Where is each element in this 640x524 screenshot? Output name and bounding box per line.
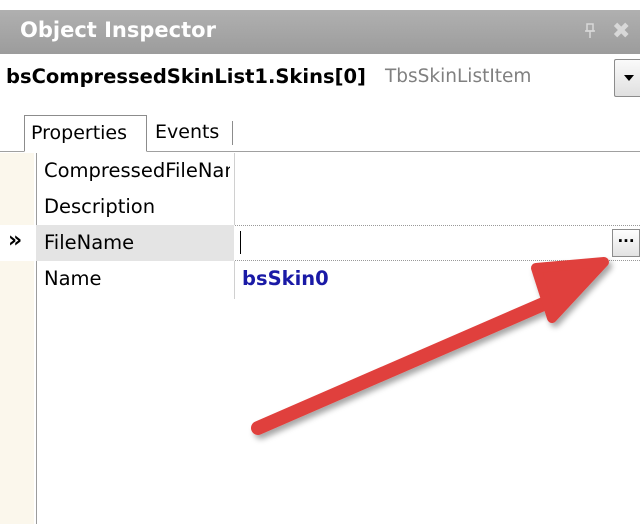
panel-title: Object Inspector — [20, 18, 216, 42]
text-caret — [240, 231, 241, 254]
property-grid: CompressedFileName Description » FileNam… — [0, 153, 640, 524]
object-dropdown-button[interactable] — [614, 59, 640, 97]
property-row-selected[interactable]: » FileName ··· — [0, 225, 640, 261]
tab-events[interactable]: Events — [149, 115, 233, 151]
selected-object-type: TbsSkinListItem — [385, 66, 532, 87]
inspector-tabs: Properties Events — [0, 101, 640, 153]
chevron-down-icon — [624, 75, 634, 81]
property-name: Description — [44, 195, 156, 218]
property-name: Name — [44, 267, 102, 290]
current-row-marker: » — [8, 228, 23, 253]
title-bar: Object Inspector ✖ — [0, 10, 640, 54]
tab-properties[interactable]: Properties — [24, 115, 147, 152]
property-row[interactable]: CompressedFileName — [0, 153, 640, 189]
filename-value-input[interactable] — [235, 225, 640, 261]
ellipsis-button[interactable]: ··· — [612, 229, 640, 257]
pin-icon[interactable] — [584, 23, 596, 43]
close-icon[interactable]: ✖ — [612, 19, 630, 44]
property-value[interactable]: bsSkin0 — [242, 267, 329, 290]
property-row[interactable]: Description — [0, 189, 640, 225]
object-selector[interactable]: bsCompressedSkinList1.Skins[0] TbsSkinLi… — [0, 55, 640, 101]
property-name: CompressedFileName — [44, 159, 230, 182]
selected-object-name: bsCompressedSkinList1.Skins[0] — [6, 65, 366, 88]
property-name: FileName — [44, 231, 135, 254]
property-row[interactable]: Name bsSkin0 — [0, 261, 640, 297]
